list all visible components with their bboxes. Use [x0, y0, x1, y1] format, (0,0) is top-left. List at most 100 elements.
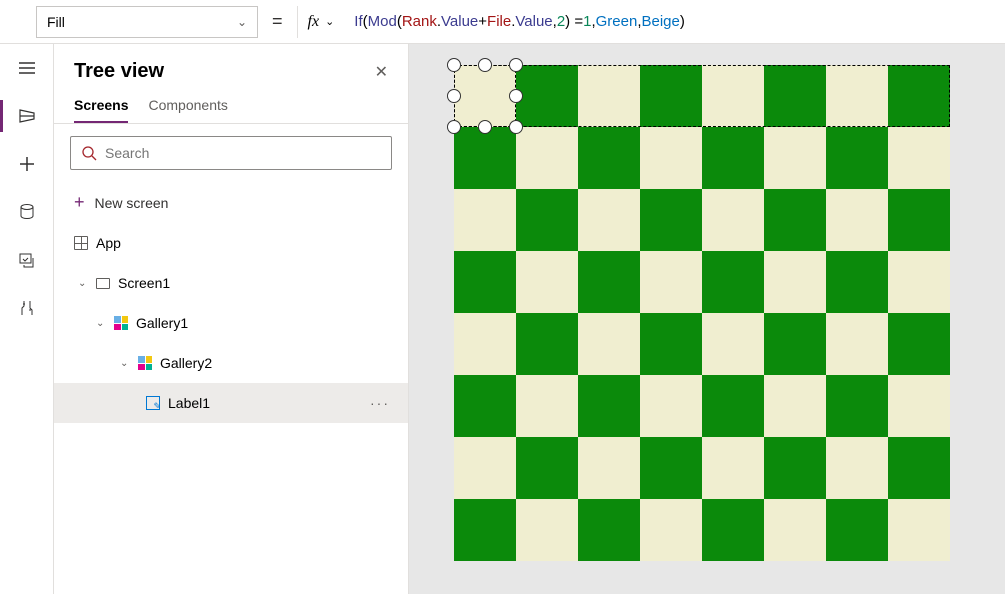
- board-square[interactable]: [888, 127, 950, 189]
- board-square[interactable]: [826, 127, 888, 189]
- board-square[interactable]: [516, 65, 578, 127]
- board-square[interactable]: [764, 65, 826, 127]
- board-square[interactable]: [516, 251, 578, 313]
- board-square[interactable]: [454, 313, 516, 375]
- board-square[interactable]: [578, 251, 640, 313]
- formula-token: File: [487, 13, 511, 30]
- board-square[interactable]: [764, 375, 826, 437]
- board-square[interactable]: [764, 189, 826, 251]
- tree-tabs: Screens Components: [54, 91, 408, 124]
- board-square[interactable]: [702, 65, 764, 127]
- formula-token: If: [354, 13, 362, 30]
- board-square[interactable]: [454, 65, 516, 127]
- board-square[interactable]: [702, 375, 764, 437]
- board-square[interactable]: [888, 65, 950, 127]
- board-square[interactable]: [826, 313, 888, 375]
- tab-components[interactable]: Components: [148, 97, 227, 123]
- chevron-down-icon: ⌄: [78, 278, 88, 289]
- board-square[interactable]: [702, 437, 764, 499]
- more-icon[interactable]: ···: [370, 395, 390, 411]
- tree-node-gallery2[interactable]: ⌄ Gallery2: [54, 343, 408, 383]
- board-square[interactable]: [454, 499, 516, 561]
- board-square[interactable]: [888, 499, 950, 561]
- formula-input[interactable]: If( Mod( Rank.Value + File.Value, 2 ) = …: [344, 6, 1005, 38]
- board-square[interactable]: [516, 437, 578, 499]
- board-square[interactable]: [578, 499, 640, 561]
- board-square[interactable]: [454, 189, 516, 251]
- plus-icon: +: [74, 192, 85, 213]
- tab-screens[interactable]: Screens: [74, 97, 128, 123]
- board-square[interactable]: [702, 189, 764, 251]
- app-icon: [74, 236, 88, 250]
- tree-panel: Tree view ✕ Screens Components + New scr…: [54, 44, 409, 594]
- tree-node-app[interactable]: App: [54, 223, 408, 263]
- tree-view-icon[interactable]: [0, 92, 54, 140]
- board-square[interactable]: [578, 65, 640, 127]
- tools-icon[interactable]: [0, 284, 54, 332]
- tree-node-screen1[interactable]: ⌄ Screen1: [54, 263, 408, 303]
- insert-icon[interactable]: [0, 140, 54, 188]
- board-square[interactable]: [826, 437, 888, 499]
- search-input[interactable]: [105, 145, 381, 161]
- board-square[interactable]: [640, 437, 702, 499]
- property-selected: Fill: [47, 14, 65, 30]
- board-square[interactable]: [578, 437, 640, 499]
- board-square[interactable]: [516, 313, 578, 375]
- board-square[interactable]: [764, 499, 826, 561]
- board-square[interactable]: [826, 65, 888, 127]
- chevron-down-icon: ⌄: [96, 318, 106, 329]
- tree-label: Gallery2: [160, 355, 212, 371]
- board-square[interactable]: [640, 313, 702, 375]
- fx-button[interactable]: fx ⌄: [297, 6, 345, 38]
- board-square[interactable]: [454, 127, 516, 189]
- board-square[interactable]: [888, 375, 950, 437]
- board-square[interactable]: [888, 437, 950, 499]
- board-square[interactable]: [764, 437, 826, 499]
- tree-node-gallery1[interactable]: ⌄ Gallery1: [54, 303, 408, 343]
- tree-node-label1[interactable]: Label1 ···: [54, 383, 408, 423]
- chevron-down-icon: ⌄: [237, 15, 247, 29]
- board-square[interactable]: [640, 65, 702, 127]
- label-icon: [146, 396, 160, 410]
- hamburger-icon[interactable]: [0, 44, 54, 92]
- board-square[interactable]: [702, 313, 764, 375]
- board-square[interactable]: [454, 375, 516, 437]
- board-square[interactable]: [516, 189, 578, 251]
- data-icon[interactable]: [0, 188, 54, 236]
- board-square[interactable]: [764, 313, 826, 375]
- board-square[interactable]: [578, 189, 640, 251]
- board-square[interactable]: [764, 127, 826, 189]
- search-box[interactable]: [70, 136, 392, 170]
- board-square[interactable]: [640, 375, 702, 437]
- board-square[interactable]: [888, 189, 950, 251]
- board-square[interactable]: [764, 251, 826, 313]
- board-square[interactable]: [640, 251, 702, 313]
- board-square[interactable]: [702, 251, 764, 313]
- board-square[interactable]: [578, 127, 640, 189]
- board-square[interactable]: [640, 127, 702, 189]
- board-square[interactable]: [826, 251, 888, 313]
- board-square[interactable]: [640, 499, 702, 561]
- board-square[interactable]: [516, 127, 578, 189]
- board-square[interactable]: [702, 127, 764, 189]
- board-square[interactable]: [516, 375, 578, 437]
- new-screen-button[interactable]: + New screen: [54, 182, 408, 223]
- board-square[interactable]: [578, 375, 640, 437]
- board-square[interactable]: [826, 189, 888, 251]
- media-icon[interactable]: [0, 236, 54, 284]
- close-icon[interactable]: ✕: [375, 62, 388, 82]
- board-square[interactable]: [516, 499, 578, 561]
- chessboard: [454, 65, 950, 561]
- canvas[interactable]: [409, 44, 1005, 594]
- board-square[interactable]: [454, 437, 516, 499]
- board-square[interactable]: [888, 313, 950, 375]
- board-square[interactable]: [826, 499, 888, 561]
- board-square[interactable]: [578, 313, 640, 375]
- board-square[interactable]: [454, 251, 516, 313]
- property-dropdown[interactable]: Fill ⌄: [36, 6, 258, 38]
- board-square[interactable]: [826, 375, 888, 437]
- board-square[interactable]: [702, 499, 764, 561]
- formula-token: Green: [596, 13, 638, 30]
- board-square[interactable]: [640, 189, 702, 251]
- board-square[interactable]: [888, 251, 950, 313]
